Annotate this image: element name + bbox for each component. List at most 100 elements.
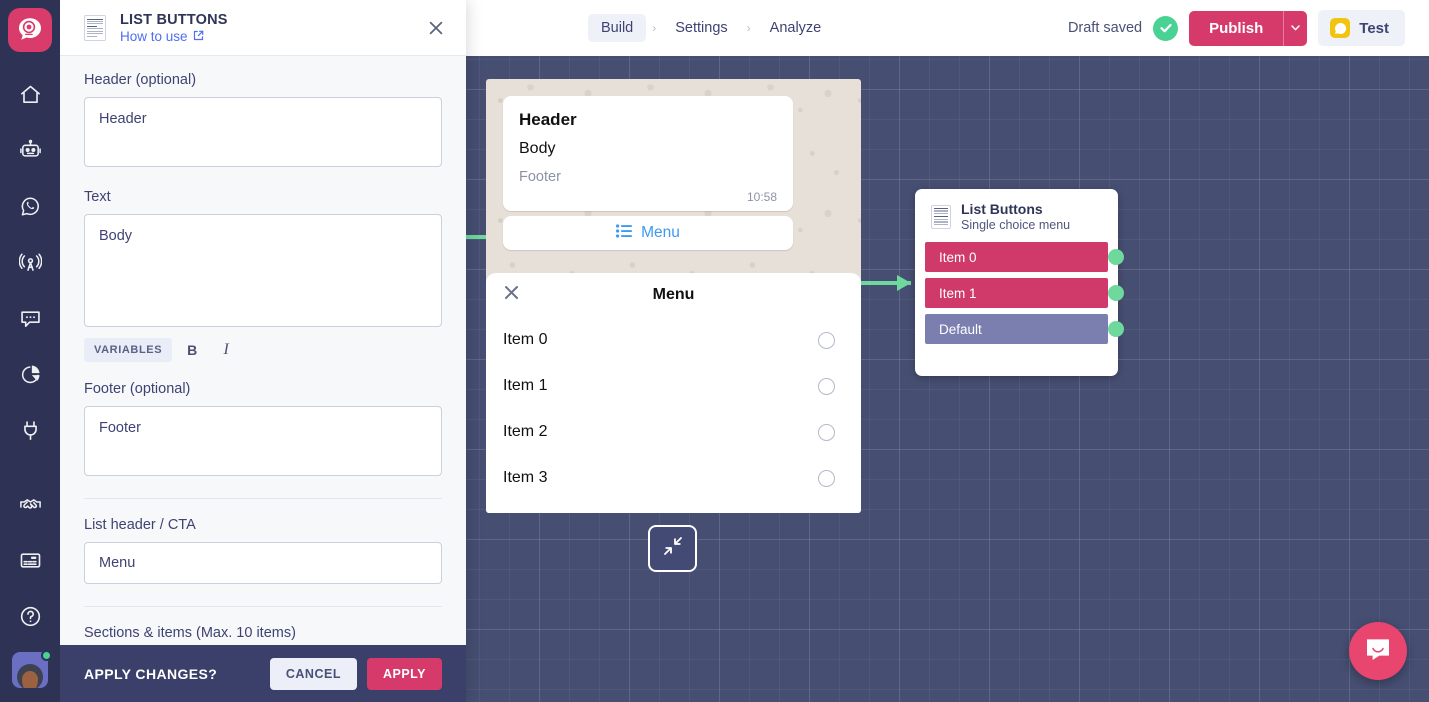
header-field-label: Header (optional) [84,72,197,88]
breadcrumb-separator: › [746,21,751,35]
intercom-chat-icon [1363,634,1393,669]
sidebar-item-analytics[interactable] [0,346,60,402]
radio-button[interactable] [818,331,835,349]
tab-build[interactable]: Build [588,14,647,42]
flow-node-list-buttons[interactable]: List Buttons Single choice menu Item 0 It… [915,189,1124,376]
sheet-title: Menu [652,286,695,303]
list-header-input[interactable] [84,542,442,584]
apply-changes-bar: APPLY CHANGES? CANCEL APPLY [60,645,466,702]
list-header-field-label: List header / CTA [84,517,196,533]
sidebar-item-whatsapp[interactable] [0,178,60,234]
node-output-handle[interactable] [1108,285,1124,301]
sidebar-item-chats[interactable] [0,290,60,346]
bubble-footer: Footer [519,169,561,185]
robot-icon [19,139,42,162]
pie-chart-icon [19,363,42,386]
bold-button[interactable]: B [178,337,206,363]
list-item[interactable]: Item 1 [486,363,861,409]
radio-button[interactable] [818,423,835,441]
node-output-handle[interactable] [1108,249,1124,265]
list-buttons-settings-panel: LIST BUTTONS How to use Header (optional… [60,0,466,702]
text-format-toolbar: VARIABLES B I [84,337,442,363]
test-button[interactable]: Test [1318,10,1405,46]
variables-button[interactable]: VARIABLES [84,338,173,362]
home-icon [19,83,42,106]
node-output-handle[interactable] [1108,321,1124,337]
sidebar-item-home[interactable] [0,66,60,122]
tab-analyze[interactable]: Analyze [757,14,835,42]
top-header: Build › Settings › Analyze Draft saved Publi… [466,0,1429,56]
sidebar-item-bots[interactable] [0,122,60,178]
breadcrumb-separator: › [652,21,657,35]
sections-items-label: Sections & items (Max. 10 items) [84,625,296,641]
intercom-launcher-button[interactable] [1349,622,1407,680]
handshake-icon [19,493,42,516]
list-item-label: Item 2 [503,423,548,440]
node-row-label: Default [939,321,982,337]
broadcast-antenna-icon [18,251,42,274]
close-icon[interactable] [503,284,520,301]
bubble-timestamp: 10:58 [746,190,777,204]
how-to-use-label: How to use [120,28,188,44]
node-row[interactable]: Item 1 [925,278,1124,308]
footer-field-label: Footer (optional) [84,381,191,397]
node-row-label: Item 0 [939,249,977,265]
app-logo-icon[interactable] [8,8,52,52]
list-item-label: Item 3 [503,469,548,486]
panel-body[interactable]: Header (optional) Header Text Body VARIA… [60,56,466,645]
message-preview: Header Body Footer 10:58 Menu Menu Item … [486,79,861,513]
collapse-preview-button[interactable] [648,525,697,572]
publish-group: Publish [1189,10,1308,46]
sidebar-item-help[interactable] [0,588,60,644]
bubble-header: Header [519,110,577,129]
text-field-label: Text [84,189,111,205]
divider [84,498,442,499]
panel-title: LIST BUTTONS [120,11,228,28]
tab-settings[interactable]: Settings [662,14,740,42]
node-row[interactable]: Default [925,314,1124,344]
list-item[interactable]: Item 2 [486,409,861,455]
collapse-arrows-icon [663,536,683,561]
radio-button[interactable] [818,377,835,395]
connector-arrow-icon [897,275,911,291]
sidebar-nav [0,66,60,644]
credit-card-icon [19,549,42,572]
node-subtitle: Single choice menu [961,218,1071,232]
footer-textarea[interactable]: Footer [84,406,442,476]
how-to-use-link[interactable]: How to use [120,29,228,44]
close-icon[interactable] [422,14,450,42]
divider [84,606,442,607]
plug-icon [19,419,42,442]
italic-button[interactable]: I [212,337,240,363]
node-rows: Item 0 Item 1 Default [925,242,1124,344]
publish-dropdown-caret-icon[interactable] [1283,10,1308,46]
apply-button[interactable]: APPLY [366,657,442,690]
panel-header: LIST BUTTONS How to use [60,0,466,56]
list-buttons-thumbnail-icon [931,204,951,229]
question-circle-icon [19,605,42,628]
online-status-dot [41,650,52,661]
list-buttons-thumbnail-icon [84,14,106,41]
list-item[interactable]: Item 0 [486,317,861,363]
publish-button[interactable]: Publish [1189,10,1284,46]
node-row[interactable]: Item 0 [925,242,1124,272]
list-item-label: Item 1 [503,377,548,394]
sidebar-item-integrations[interactable] [0,402,60,458]
cancel-button[interactable]: CANCEL [269,657,357,690]
sidebar-item-partners[interactable] [0,476,60,532]
external-link-icon [193,29,204,44]
bubble-body: Body [519,140,556,157]
list-item[interactable]: Item 3 [486,455,861,501]
list-icon [616,223,633,243]
header-textarea[interactable]: Header [84,97,442,167]
menu-cta-button[interactable]: Menu [503,216,793,250]
draft-status: Draft saved [1067,20,1143,36]
avatar[interactable] [12,650,52,690]
sidebar-item-billing[interactable] [0,532,60,588]
text-textarea[interactable]: Body [84,214,442,327]
sidebar-item-broadcast[interactable] [0,234,60,290]
chat-bubble-icon [19,307,42,330]
menu-cta-label: Menu [641,224,680,241]
whatsapp-icon [19,195,42,218]
radio-button[interactable] [818,469,835,487]
